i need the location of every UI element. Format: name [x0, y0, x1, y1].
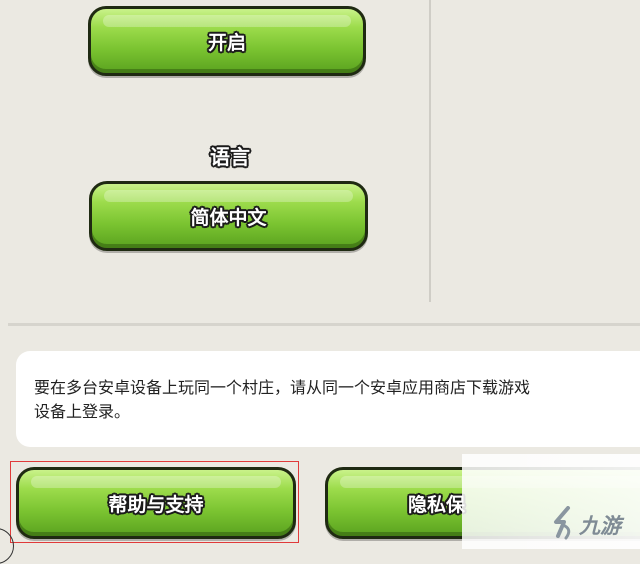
toggle-on-button-label: 开启: [207, 31, 246, 54]
jiuyou-logo-icon: [554, 506, 571, 540]
privacy-button-label: 隐私保: [408, 493, 466, 516]
info-text: 要在多台安卓设备上玩同一个村庄，请从同一个安卓应用商店下载游戏 设备上登录。: [34, 378, 531, 421]
horizontal-divider: [8, 323, 640, 326]
toggle-on-button[interactable]: 开启: [88, 6, 366, 76]
info-box: 要在多台安卓设备上玩同一个村庄，请从同一个安卓应用商店下载游戏 设备上登录。: [16, 351, 640, 447]
language-select-button-label: 简体中文: [190, 206, 267, 229]
help-support-button-label: 帮助与支持: [108, 493, 204, 516]
language-select-button[interactable]: 简体中文: [89, 181, 368, 251]
language-heading: 语言: [210, 145, 250, 169]
vertical-divider: [429, 0, 431, 302]
watermark-text: 九游: [579, 514, 621, 538]
help-support-button[interactable]: 帮助与支持: [16, 467, 296, 539]
